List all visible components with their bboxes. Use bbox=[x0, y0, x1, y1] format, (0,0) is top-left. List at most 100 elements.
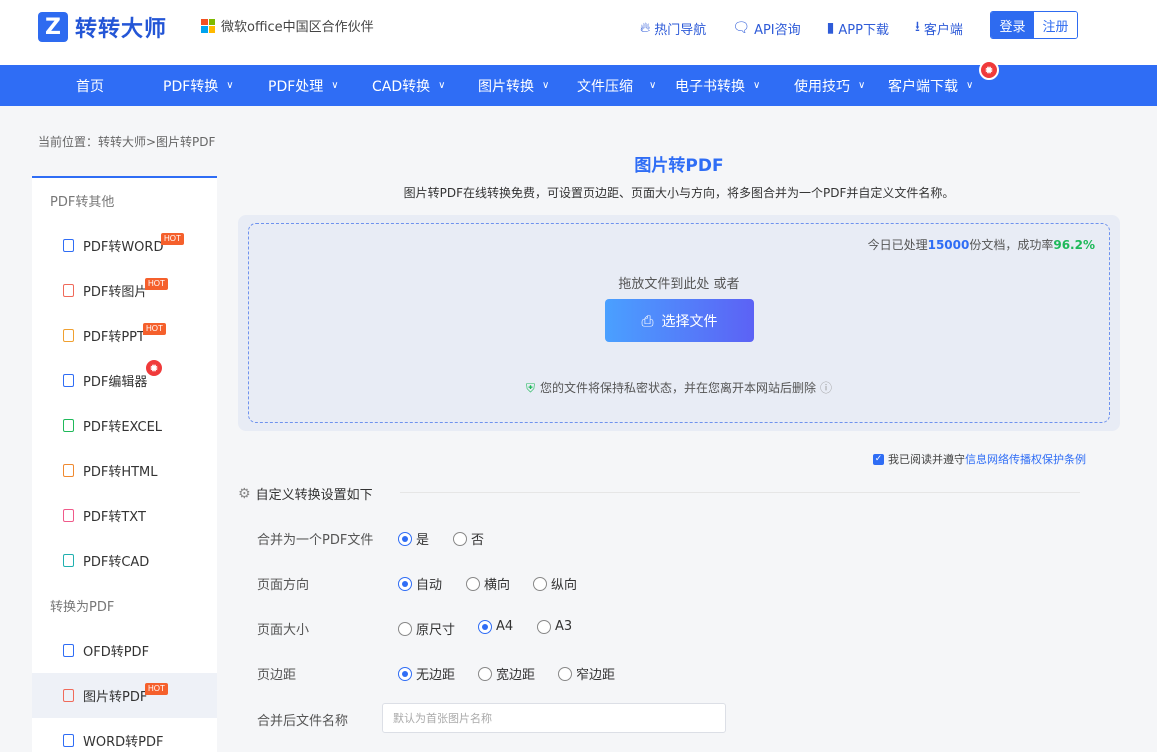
drop-hint: 拖放文件到此处 或者 bbox=[618, 277, 740, 292]
option-label: 否 bbox=[471, 533, 485, 548]
radio-button[interactable] bbox=[537, 619, 551, 634]
radio-button[interactable] bbox=[478, 666, 492, 681]
link-hot-nav[interactable]: 🔥︎ 热门导航 bbox=[640, 16, 706, 40]
nav-item-pdf-process[interactable]: PDF处理 ∨ bbox=[268, 65, 339, 106]
document-icon bbox=[63, 734, 74, 747]
radio-button[interactable] bbox=[478, 619, 492, 634]
sidebar-item-label: WORD转PDF bbox=[83, 735, 164, 750]
option-label: 是 bbox=[416, 533, 430, 548]
nav-label: 图片转换 bbox=[478, 78, 534, 95]
auth-buttons: 登录 注册 bbox=[990, 11, 1078, 39]
document-icon bbox=[63, 509, 74, 522]
nav-label: PDF处理 bbox=[268, 78, 324, 95]
nav-item-ebook[interactable]: 电子书转换 ∨ bbox=[675, 65, 760, 106]
link-label: APP下载 bbox=[838, 22, 889, 38]
sidebar-item-word-to-pdf[interactable]: WORD转PDF bbox=[32, 718, 217, 752]
stats-prefix: 今日已处理 bbox=[867, 238, 928, 252]
nav-label: 电子书转换 bbox=[675, 78, 745, 95]
radio-button[interactable] bbox=[398, 621, 412, 636]
radio-button[interactable] bbox=[558, 666, 572, 681]
stats-mid: 份文档，成功率 bbox=[969, 238, 1054, 252]
info-icon[interactable]: ⓘ bbox=[820, 381, 832, 395]
sidebar-item-label: PDF转CAD bbox=[83, 555, 150, 570]
nav-item-tips[interactable]: 使用技巧 ∨ bbox=[794, 65, 865, 106]
margin-option-narrow[interactable]: 窄边距 bbox=[558, 664, 615, 683]
chevron-down-icon: ∨ bbox=[966, 80, 974, 91]
file-upload-icon: ⎙ bbox=[641, 311, 654, 330]
sidebar-item-label: PDF转WORD bbox=[83, 240, 164, 255]
margin-option-wide[interactable]: 宽边距 bbox=[478, 664, 535, 683]
orientation-option-portrait[interactable]: 纵向 bbox=[533, 574, 577, 593]
radio-button[interactable] bbox=[466, 576, 480, 591]
choose-file-button[interactable]: ⎙ 选择文件 bbox=[605, 299, 754, 342]
option-label: 纵向 bbox=[551, 578, 578, 593]
radio-button[interactable] bbox=[453, 531, 467, 546]
link-client[interactable]: ⭳ 客户端 bbox=[915, 16, 963, 40]
privacy-text: 您的文件将保持私密状态，并在您离开本网站后删除 bbox=[539, 381, 816, 395]
section-divider bbox=[400, 492, 1080, 493]
sidebar-item-pdf-to-word[interactable]: PDF转WORD HOT bbox=[32, 223, 217, 268]
sidebar-item-label: OFD转PDF bbox=[83, 645, 150, 660]
register-button[interactable]: 注册 bbox=[1034, 12, 1077, 38]
agree-link[interactable]: 信息网络传播权保护条例 bbox=[965, 451, 1086, 467]
chevron-down-icon: ∨ bbox=[858, 80, 866, 91]
document-icon bbox=[63, 554, 74, 567]
sidebar-item-label: PDF编辑器 bbox=[83, 375, 148, 390]
merge-option-yes[interactable]: 是 bbox=[398, 529, 429, 548]
nav-label: PDF转换 bbox=[163, 78, 219, 95]
radio-button[interactable] bbox=[533, 576, 547, 591]
orientation-option-auto[interactable]: 自动 bbox=[398, 574, 442, 593]
agree-checkbox[interactable]: ✓ bbox=[873, 453, 884, 465]
sidebar-item-pdf-to-html[interactable]: PDF转HTML bbox=[32, 448, 217, 493]
radio-button[interactable] bbox=[398, 576, 412, 591]
chat-icon: 🗨︎ bbox=[732, 20, 751, 36]
nav-item-image[interactable]: 图片转换 ∨ bbox=[478, 65, 549, 106]
nav-label: 首页 bbox=[76, 78, 104, 95]
fire-badge-icon: ✹ bbox=[144, 358, 164, 378]
radio-button[interactable] bbox=[398, 666, 412, 681]
partner-badge: 微软office中国区合作伙伴 bbox=[201, 16, 374, 35]
sidebar-item-pdf-to-txt[interactable]: PDF转TXT bbox=[32, 493, 217, 538]
page-subtitle: 图片转PDF在线转换免费，可设置页边距、页面大小与方向，将多图合并为一个PDF并… bbox=[403, 186, 955, 200]
nav-item-cad[interactable]: CAD转换 ∨ bbox=[372, 65, 445, 106]
nav-item-client-download[interactable]: 客户端下载 ∨ bbox=[888, 65, 973, 106]
download-icon: ⭳ bbox=[914, 19, 920, 35]
size-option-a3[interactable]: A3 bbox=[537, 619, 572, 634]
chevron-down-icon: ∨ bbox=[331, 80, 339, 91]
link-app-download[interactable]: ▮ APP下载 bbox=[827, 16, 889, 40]
choose-file-label: 选择文件 bbox=[661, 313, 718, 330]
sidebar-item-pdf-editor[interactable]: PDF编辑器 ✹ bbox=[32, 358, 217, 403]
option-label: A4 bbox=[496, 619, 514, 634]
sidebar-item-ofd-to-pdf[interactable]: OFD转PDF bbox=[32, 628, 217, 673]
nav-item-pdf-convert[interactable]: PDF转换 ∨ bbox=[163, 65, 234, 106]
nav-item-compress[interactable]: 文件压缩 ∨ bbox=[577, 65, 656, 106]
orientation-option-landscape[interactable]: 横向 bbox=[466, 574, 510, 593]
chevron-down-icon: ∨ bbox=[438, 80, 446, 91]
filename-input[interactable]: 默认为首张图片名称 bbox=[382, 703, 726, 733]
breadcrumb: 当前位置：转转大师>图片转PDF bbox=[38, 135, 216, 149]
microsoft-logo-icon bbox=[201, 18, 215, 33]
sidebar-item-pdf-to-image[interactable]: PDF转图片 HOT bbox=[32, 268, 217, 313]
sidebar-item-pdf-to-ppt[interactable]: PDF转PPT HOT bbox=[32, 313, 217, 358]
gear-icon: ⚙ bbox=[238, 485, 251, 502]
page-title: 图片转PDF bbox=[634, 156, 724, 176]
size-option-a4[interactable]: A4 bbox=[478, 619, 513, 634]
sidebar-item-pdf-to-cad[interactable]: PDF转CAD bbox=[32, 538, 217, 583]
login-button[interactable]: 登录 bbox=[991, 12, 1034, 38]
privacy-note: ⛨ 您的文件将保持私密状态，并在您离开本网站后删除 ⓘ bbox=[249, 379, 1109, 396]
size-option-original[interactable]: 原尺寸 bbox=[398, 619, 455, 638]
monitor-icon bbox=[63, 374, 74, 387]
nav-item-home[interactable]: 首页 bbox=[76, 65, 104, 106]
hot-badge: HOT bbox=[161, 233, 184, 245]
sidebar-item-pdf-to-excel[interactable]: PDF转EXCEL bbox=[32, 403, 217, 448]
size-label: 页面大小 bbox=[257, 623, 310, 638]
sidebar-item-image-to-pdf[interactable]: 图片转PDF HOT bbox=[32, 673, 217, 718]
margin-label: 页边距 bbox=[257, 668, 297, 683]
radio-button[interactable] bbox=[398, 531, 412, 546]
sidebar-group-to-pdf: 转换为PDF bbox=[50, 600, 115, 615]
drop-zone[interactable]: 今日已处理15000份文档，成功率96.2% 拖放文件到此处 或者 ⎙ 选择文件… bbox=[248, 223, 1110, 423]
merge-option-no[interactable]: 否 bbox=[453, 529, 484, 548]
margin-option-none[interactable]: 无边距 bbox=[398, 664, 455, 683]
site-logo[interactable]: Z 转转大师 bbox=[38, 11, 167, 43]
link-api[interactable]: 🗨︎ API咨询 bbox=[732, 16, 800, 40]
